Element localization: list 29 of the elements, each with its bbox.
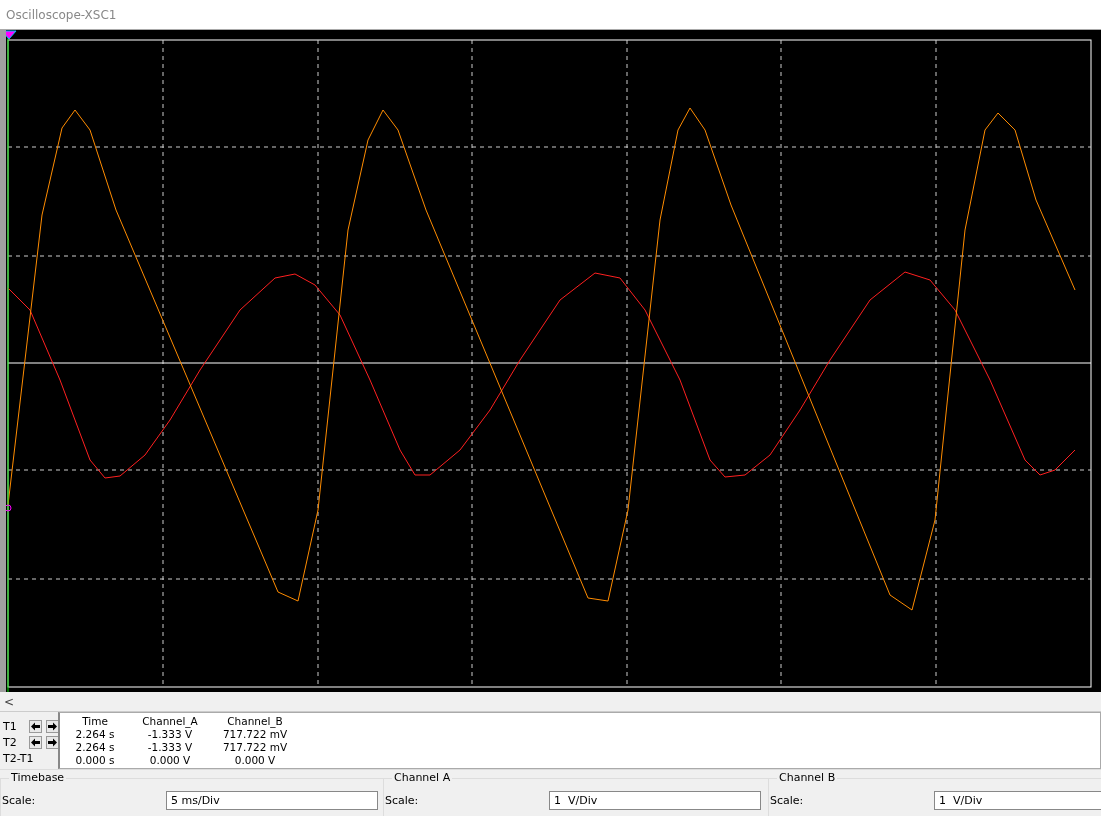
- scale-field[interactable]: 1 V/Div: [934, 791, 1101, 810]
- cursor-label: T2-T1: [3, 751, 34, 765]
- trigger-marker-icon: [6, 504, 12, 512]
- cursor-label: T2: [3, 735, 18, 749]
- column-header: Channel_B: [226, 715, 284, 728]
- scale-label: Scale:: [384, 794, 420, 807]
- table-cell-text: -1.333 V: [146, 728, 194, 741]
- table-cell-text: 717.722 mV: [221, 741, 289, 754]
- group-title: Channel B: [777, 771, 838, 784]
- group-title: Channel A: [392, 771, 453, 784]
- table-cell-text: 0.000 V: [233, 754, 277, 767]
- scale-label: Scale:: [1, 794, 37, 807]
- scroll-left-button[interactable]: <: [0, 694, 19, 709]
- left-arrow-button[interactable]: [29, 719, 42, 733]
- column-header: Time: [81, 715, 109, 728]
- table-cell-text: 0.000 V: [148, 754, 192, 767]
- table-cell-text: -1.333 V: [146, 741, 194, 754]
- table-cell-text: 2.264 s: [74, 728, 116, 741]
- window-title: Oscilloscope-XSC1: [6, 7, 117, 22]
- cursor-label: T1: [3, 719, 18, 733]
- scale-field[interactable]: 1 V/Div: [549, 791, 761, 810]
- group-title: Timebase: [9, 771, 67, 784]
- left-arrow-button[interactable]: [29, 735, 42, 749]
- table-cell-text: 2.264 s: [74, 741, 116, 754]
- column-header: Channel_A: [141, 715, 199, 728]
- scale-label: Scale:: [769, 794, 805, 807]
- table-cell-text: 0.000 s: [74, 754, 116, 767]
- scale-field[interactable]: 5 ms/Div: [166, 791, 378, 810]
- table-cell-text: 717.722 mV: [221, 728, 289, 741]
